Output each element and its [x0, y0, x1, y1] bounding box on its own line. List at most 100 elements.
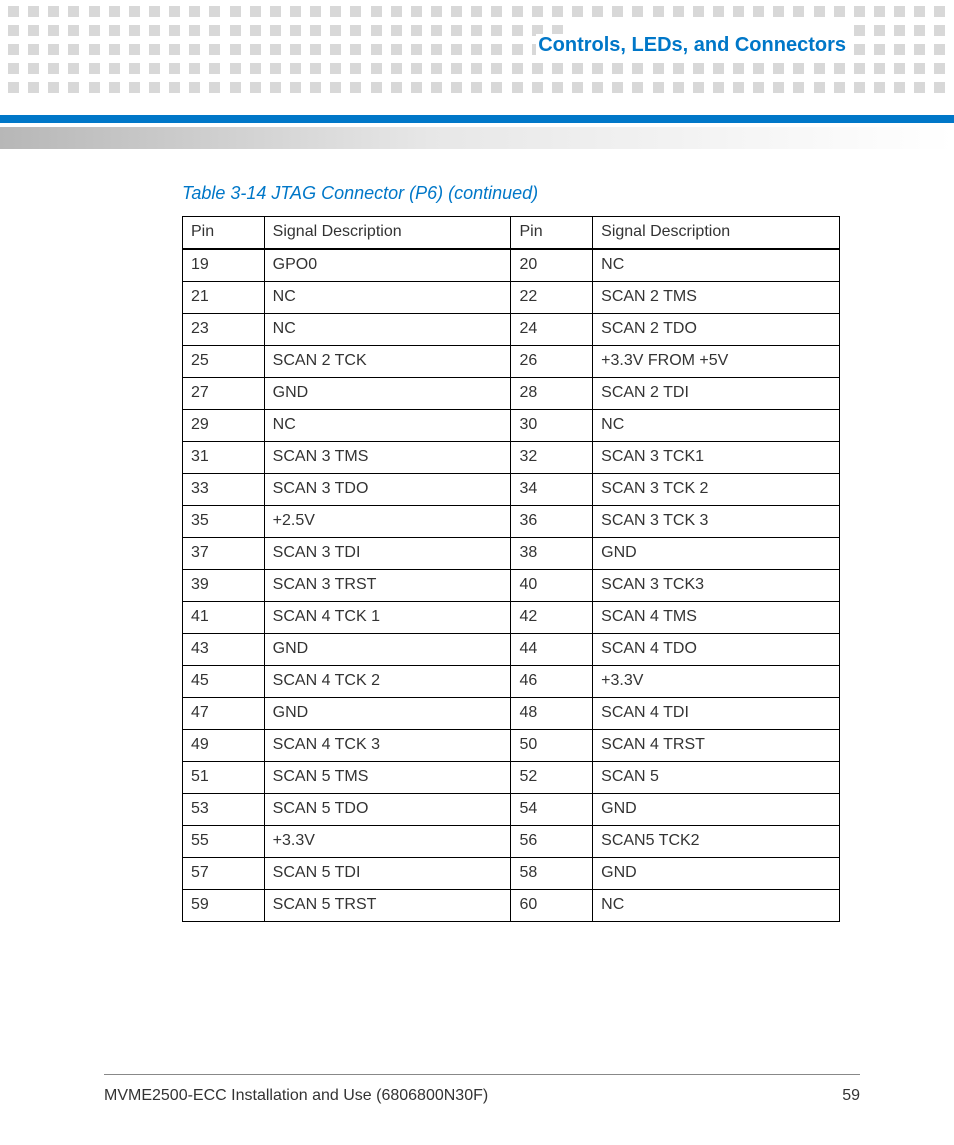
table-row: 59SCAN 5 TRST60NC: [183, 890, 840, 922]
table-row: 37SCAN 3 TDI38GND: [183, 538, 840, 570]
cell-signal: SCAN 4 TMS: [593, 602, 840, 634]
cell-signal: SCAN 5 TMS: [264, 762, 511, 794]
cell-pin: 22: [511, 282, 593, 314]
cell-pin: 51: [183, 762, 265, 794]
cell-pin: 24: [511, 314, 593, 346]
cell-signal: SCAN 5 TDO: [264, 794, 511, 826]
cell-signal: +3.3V FROM +5V: [593, 346, 840, 378]
cell-signal: SCAN 3 TRST: [264, 570, 511, 602]
section-heading: Controls, LEDs, and Connectors: [536, 34, 848, 57]
cell-signal: SCAN 4 TCK 2: [264, 666, 511, 698]
cell-pin: 55: [183, 826, 265, 858]
cell-pin: 43: [183, 634, 265, 666]
table-row: 57SCAN 5 TDI58GND: [183, 858, 840, 890]
table-row: 21NC22SCAN 2 TMS: [183, 282, 840, 314]
cell-pin: 45: [183, 666, 265, 698]
cell-signal: SCAN 2 TDI: [593, 378, 840, 410]
table-row: 31SCAN 3 TMS32SCAN 3 TCK1: [183, 442, 840, 474]
cell-pin: 39: [183, 570, 265, 602]
table-row: 29NC30NC: [183, 410, 840, 442]
table-row: 35+2.5V36SCAN 3 TCK 3: [183, 506, 840, 538]
cell-pin: 52: [511, 762, 593, 794]
cell-pin: 58: [511, 858, 593, 890]
cell-signal: SCAN 2 TMS: [593, 282, 840, 314]
cell-pin: 19: [183, 249, 265, 282]
cell-pin: 59: [183, 890, 265, 922]
footer-divider: [104, 1074, 860, 1075]
cell-signal: SCAN 3 TCK 3: [593, 506, 840, 538]
cell-signal: +3.3V: [593, 666, 840, 698]
table-row: 19GPO020NC: [183, 249, 840, 282]
cell-signal: GND: [264, 378, 511, 410]
cell-pin: 44: [511, 634, 593, 666]
table-row: 25SCAN 2 TCK26+3.3V FROM +5V: [183, 346, 840, 378]
cell-pin: 42: [511, 602, 593, 634]
grey-gradient: [0, 127, 954, 149]
cell-signal: +2.5V: [264, 506, 511, 538]
cell-pin: 56: [511, 826, 593, 858]
cell-signal: +3.3V: [264, 826, 511, 858]
table-caption: Table 3-14 JTAG Connector (P6) (continue…: [182, 183, 538, 204]
cell-signal: SCAN 3 TCK3: [593, 570, 840, 602]
cell-pin: 30: [511, 410, 593, 442]
cell-signal: GND: [593, 538, 840, 570]
cell-signal: SCAN 5: [593, 762, 840, 794]
cell-signal: NC: [593, 890, 840, 922]
table-row: 43GND44SCAN 4 TDO: [183, 634, 840, 666]
cell-signal: SCAN 2 TCK: [264, 346, 511, 378]
cell-pin: 41: [183, 602, 265, 634]
cell-signal: SCAN 3 TDO: [264, 474, 511, 506]
cell-signal: SCAN 3 TCK1: [593, 442, 840, 474]
cell-signal: NC: [593, 249, 840, 282]
cell-pin: 36: [511, 506, 593, 538]
blue-divider: [0, 115, 954, 123]
table-row: 55+3.3V56SCAN5 TCK2: [183, 826, 840, 858]
col-pin-a: Pin: [183, 217, 265, 250]
cell-pin: 38: [511, 538, 593, 570]
cell-pin: 48: [511, 698, 593, 730]
cell-pin: 28: [511, 378, 593, 410]
cell-signal: NC: [264, 410, 511, 442]
cell-pin: 33: [183, 474, 265, 506]
table-row: 23NC24SCAN 2 TDO: [183, 314, 840, 346]
cell-pin: 23: [183, 314, 265, 346]
cell-signal: SCAN 4 TRST: [593, 730, 840, 762]
cell-signal: SCAN 5 TRST: [264, 890, 511, 922]
cell-pin: 21: [183, 282, 265, 314]
cell-signal: NC: [264, 314, 511, 346]
cell-signal: SCAN 3 TMS: [264, 442, 511, 474]
table-row: 53SCAN 5 TDO54GND: [183, 794, 840, 826]
cell-signal: SCAN 4 TCK 3: [264, 730, 511, 762]
cell-signal: GND: [264, 698, 511, 730]
cell-signal: GND: [593, 858, 840, 890]
cell-signal: SCAN 4 TDI: [593, 698, 840, 730]
cell-pin: 54: [511, 794, 593, 826]
table-row: 33SCAN 3 TDO34SCAN 3 TCK 2: [183, 474, 840, 506]
cell-pin: 46: [511, 666, 593, 698]
table-row: 51SCAN 5 TMS52SCAN 5: [183, 762, 840, 794]
table-row: 27GND28SCAN 2 TDI: [183, 378, 840, 410]
cell-signal: SCAN5 TCK2: [593, 826, 840, 858]
cell-signal: SCAN 5 TDI: [264, 858, 511, 890]
cell-pin: 53: [183, 794, 265, 826]
cell-signal: SCAN 2 TDO: [593, 314, 840, 346]
cell-pin: 27: [183, 378, 265, 410]
cell-pin: 37: [183, 538, 265, 570]
cell-signal: NC: [264, 282, 511, 314]
cell-pin: 29: [183, 410, 265, 442]
footer-doc-title: MVME2500-ECC Installation and Use (68068…: [104, 1087, 488, 1105]
page-footer: MVME2500-ECC Installation and Use (68068…: [104, 1087, 860, 1105]
cell-pin: 60: [511, 890, 593, 922]
table-row: 39SCAN 3 TRST40SCAN 3 TCK3: [183, 570, 840, 602]
cell-signal: GND: [264, 634, 511, 666]
table-row: 49SCAN 4 TCK 350SCAN 4 TRST: [183, 730, 840, 762]
cell-signal: SCAN 4 TCK 1: [264, 602, 511, 634]
cell-pin: 40: [511, 570, 593, 602]
cell-pin: 35: [183, 506, 265, 538]
col-signal-b: Signal Description: [593, 217, 840, 250]
col-signal-a: Signal Description: [264, 217, 511, 250]
cell-signal: GPO0: [264, 249, 511, 282]
cell-pin: 26: [511, 346, 593, 378]
cell-pin: 50: [511, 730, 593, 762]
cell-signal: SCAN 4 TDO: [593, 634, 840, 666]
